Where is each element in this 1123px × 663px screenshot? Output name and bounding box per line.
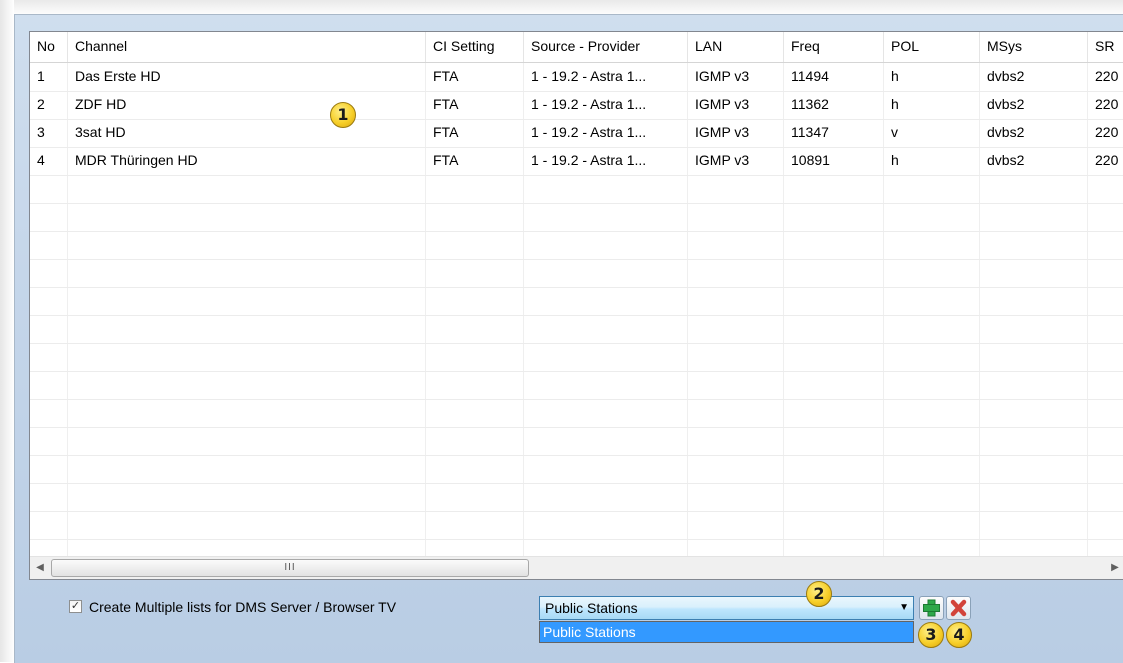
cell-no: 3: [37, 124, 45, 140]
cell-sr: 220: [1095, 96, 1119, 112]
column-header-msys[interactable]: MSys: [980, 32, 1088, 62]
multiple-lists-checkbox[interactable]: ✓: [69, 600, 82, 613]
cell-channel: MDR Thüringen HD: [75, 152, 198, 168]
table-row[interactable]: [30, 315, 1123, 344]
cell-sr: 220: [1095, 152, 1119, 168]
callout-badge-2: 2: [806, 581, 832, 607]
cell-source-provider: 1 - 19.2 - Astra 1...: [531, 68, 647, 84]
scroll-right-arrow-icon[interactable]: ▶: [1105, 557, 1123, 579]
cell-no: 4: [37, 152, 45, 168]
cell-ci-setting: FTA: [433, 124, 459, 140]
callout-badge-1: 1: [330, 102, 356, 128]
cell-channel: Das Erste HD: [75, 68, 161, 84]
table-row[interactable]: [30, 483, 1123, 512]
table-row[interactable]: [30, 427, 1123, 456]
cell-pol: h: [891, 152, 899, 168]
scroll-left-arrow-icon[interactable]: ◀: [30, 557, 50, 579]
station-list-value: Public Stations: [545, 600, 638, 616]
table-row[interactable]: [30, 203, 1123, 232]
table-row[interactable]: [30, 343, 1123, 372]
grip-icon: III: [284, 562, 296, 573]
column-header-ci-setting[interactable]: CI Setting: [426, 32, 524, 62]
cell-sr: 220: [1095, 124, 1119, 140]
table-row[interactable]: 4 MDR Thüringen HD FTA 1 - 19.2 - Astra …: [30, 147, 1123, 176]
cell-ci-setting: FTA: [433, 68, 459, 84]
cell-channel: 3sat HD: [75, 124, 126, 140]
cell-lan: IGMP v3: [695, 152, 750, 168]
cell-lan: IGMP v3: [695, 68, 750, 84]
cell-msys: dvbs2: [987, 152, 1025, 168]
cell-source-provider: 1 - 19.2 - Astra 1...: [531, 152, 647, 168]
table-header: No Channel CI Setting Source - Provider …: [30, 32, 1123, 63]
column-header-freq[interactable]: Freq: [784, 32, 884, 62]
column-header-lan[interactable]: LAN: [688, 32, 784, 62]
cell-no: 2: [37, 96, 45, 112]
table-row[interactable]: [30, 511, 1123, 540]
table-row[interactable]: [30, 175, 1123, 204]
scrollbar-thumb[interactable]: III: [51, 559, 529, 577]
cell-lan: IGMP v3: [695, 96, 750, 112]
table-row[interactable]: [30, 399, 1123, 428]
table-body: 1 Das Erste HD FTA 1 - 19.2 - Astra 1...…: [30, 63, 1123, 556]
table-row[interactable]: 2 ZDF HD FTA 1 - 19.2 - Astra 1... IGMP …: [30, 91, 1123, 120]
remove-icon: [950, 599, 967, 617]
table-row[interactable]: [30, 287, 1123, 316]
multiple-lists-label[interactable]: Create Multiple lists for DMS Server / B…: [89, 599, 396, 615]
column-header-pol[interactable]: POL: [884, 32, 980, 62]
horizontal-scrollbar[interactable]: ◀ III ▶: [30, 556, 1123, 579]
dropdown-option[interactable]: Public Stations: [540, 622, 913, 642]
cell-freq: 11362: [791, 96, 829, 112]
remove-list-button[interactable]: [946, 596, 971, 620]
cell-source-provider: 1 - 19.2 - Astra 1...: [531, 124, 647, 140]
cell-freq: 11494: [791, 68, 829, 84]
background-left: [0, 0, 14, 662]
column-header-channel[interactable]: Channel: [68, 32, 426, 62]
cell-msys: dvbs2: [987, 96, 1025, 112]
cell-ci-setting: FTA: [433, 152, 459, 168]
plus-icon: [923, 599, 940, 617]
cell-pol: h: [891, 96, 899, 112]
cell-ci-setting: FTA: [433, 96, 459, 112]
cell-sr: 220: [1095, 68, 1119, 84]
table-row[interactable]: [30, 371, 1123, 400]
cell-no: 1: [37, 68, 45, 84]
table-row[interactable]: [30, 231, 1123, 260]
channel-table[interactable]: No Channel CI Setting Source - Provider …: [29, 31, 1123, 580]
add-list-button[interactable]: [919, 596, 944, 620]
table-row[interactable]: [30, 455, 1123, 484]
cell-source-provider: 1 - 19.2 - Astra 1...: [531, 96, 647, 112]
cell-pol: v: [891, 124, 898, 140]
cell-pol: h: [891, 68, 899, 84]
cell-freq: 11347: [791, 124, 829, 140]
cell-channel: ZDF HD: [75, 96, 127, 112]
cell-lan: IGMP v3: [695, 124, 750, 140]
station-list-options: Public Stations: [539, 621, 914, 643]
table-row[interactable]: 3 3sat HD FTA 1 - 19.2 - Astra 1... IGMP…: [30, 119, 1123, 148]
cell-msys: dvbs2: [987, 68, 1025, 84]
station-list-dropdown[interactable]: Public Stations ▼: [539, 596, 914, 620]
table-row[interactable]: 1 Das Erste HD FTA 1 - 19.2 - Astra 1...…: [30, 63, 1123, 92]
callout-badge-3: 3: [918, 622, 944, 648]
column-header-sr[interactable]: SR: [1088, 32, 1123, 62]
callout-badge-4: 4: [946, 622, 972, 648]
channel-list-panel: No Channel CI Setting Source - Provider …: [14, 14, 1123, 663]
chevron-down-icon[interactable]: ▼: [899, 597, 909, 619]
column-header-source-provider[interactable]: Source - Provider: [524, 32, 688, 62]
table-row[interactable]: [30, 259, 1123, 288]
cell-freq: 10891: [791, 152, 830, 168]
column-header-no[interactable]: No: [30, 32, 68, 62]
cell-msys: dvbs2: [987, 124, 1025, 140]
